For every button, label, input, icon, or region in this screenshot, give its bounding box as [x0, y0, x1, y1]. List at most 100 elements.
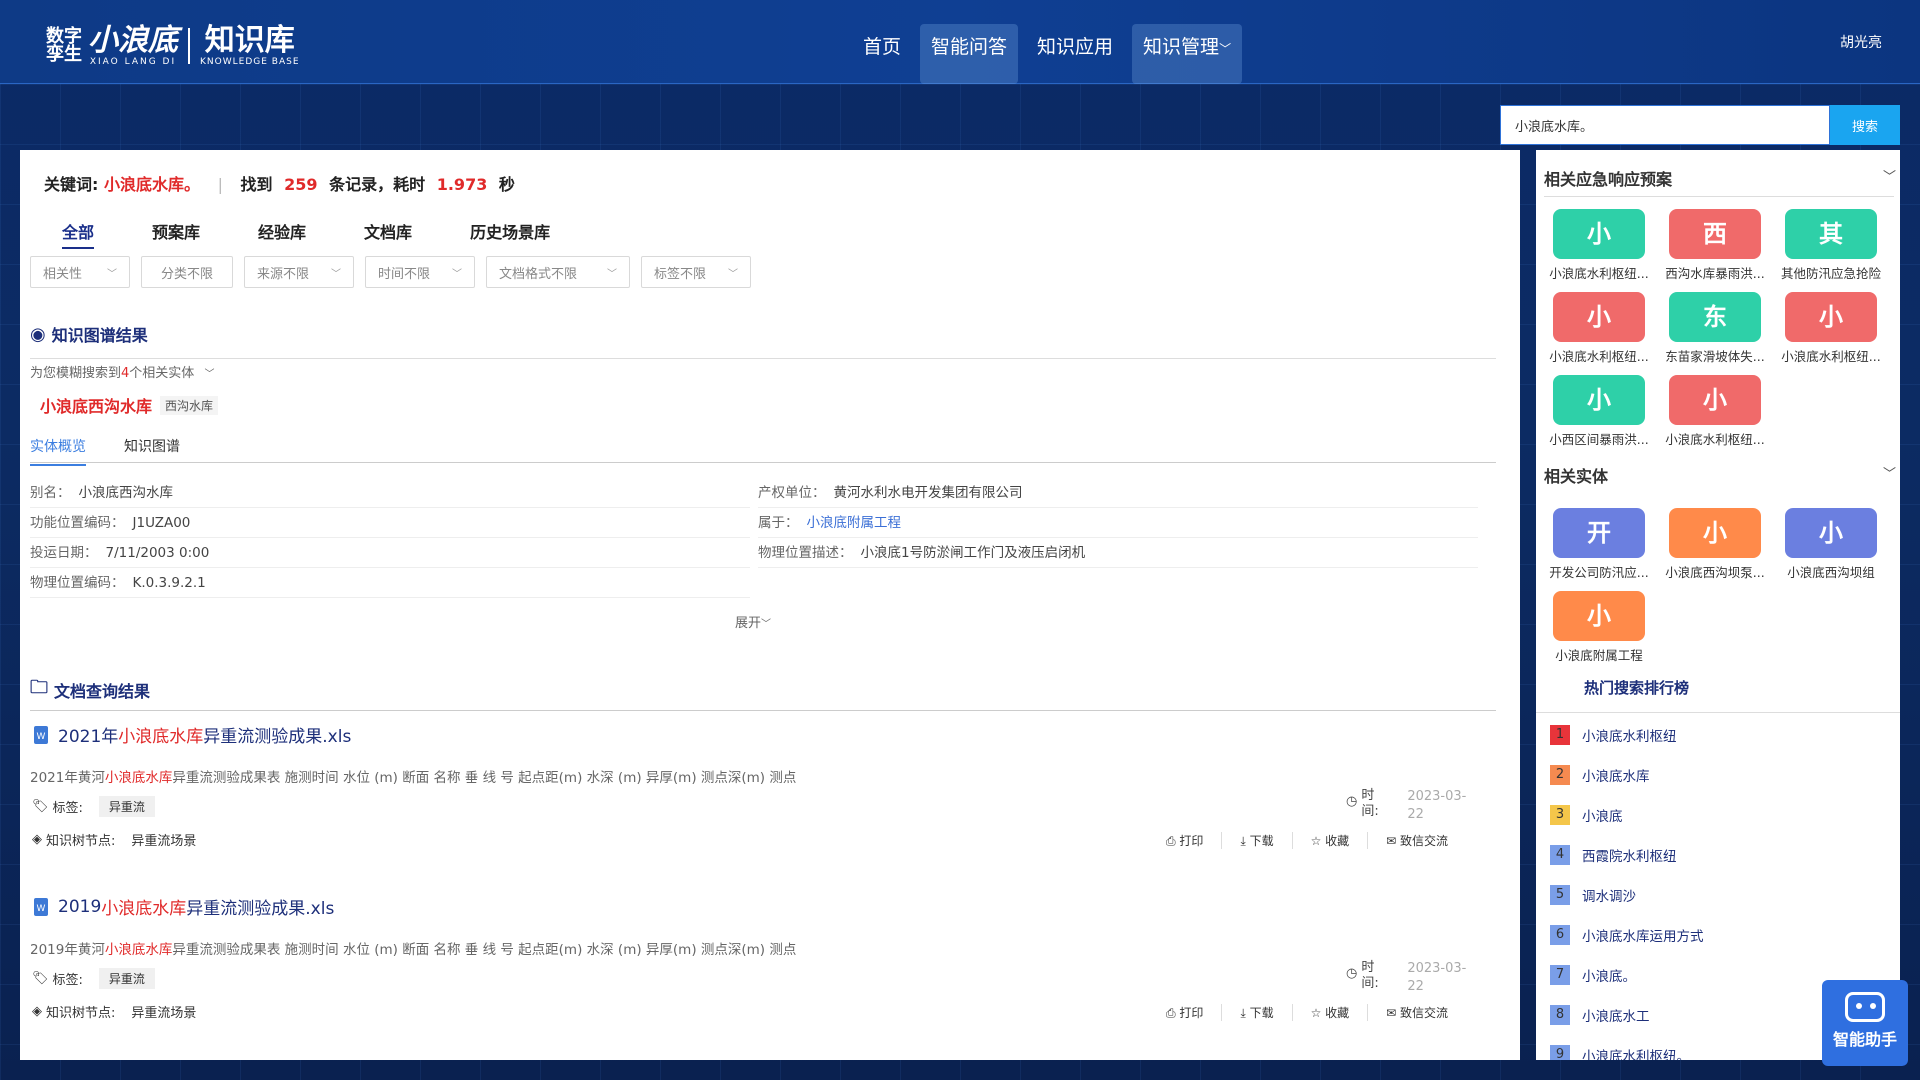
filter-format[interactable]: 文档格式不限 ﹀	[486, 256, 630, 288]
search-input[interactable]	[1500, 105, 1830, 145]
emergency-card[interactable]: 小小西区间暴雨洪...	[1544, 375, 1654, 448]
elapsed-time: 1.973	[436, 175, 488, 194]
doc-result-title[interactable]: W 2021年 小浪底水库 异重流测验成果.xls	[34, 722, 351, 747]
nav-home[interactable]: 首页	[852, 24, 912, 84]
emergency-card[interactable]: 小小浪底水利枢纽...	[1660, 375, 1770, 448]
attr-key: 物理位置描述：	[758, 545, 853, 561]
layers-icon: ◈	[32, 1004, 42, 1019]
category-tabs: 全部 预案库 经验库 文档库 历史场景库	[62, 219, 608, 249]
rank-text: 西霞院水利枢纽	[1582, 849, 1677, 865]
filter-category[interactable]: 分类不限	[141, 256, 233, 288]
fuzzy-hint[interactable]: 为您模糊搜索到4个相关实体 ﹀	[30, 362, 214, 381]
divider	[1536, 712, 1900, 713]
emergency-card[interactable]: 小小浪底水利枢纽...	[1776, 292, 1886, 365]
emergency-card[interactable]: 小小浪底水利枢纽...	[1544, 209, 1654, 282]
rank-text: 小浪底水工	[1582, 1009, 1650, 1025]
rank-number: 2	[1550, 765, 1570, 785]
download-label: 下载	[1249, 834, 1274, 848]
right-sidebar: 相关应急响应预案 ﹀ 小小浪底水利枢纽... 西西沟水库暴雨洪... 其其他防汛应急…	[1536, 150, 1900, 1060]
attr-link[interactable]: 小浪底附属工程	[807, 515, 902, 531]
rank-item[interactable]: 7 小浪底。	[1550, 965, 1636, 985]
kg-section-title: ◉ 知识图谱结果	[30, 322, 148, 346]
entity-tag: 西沟水库	[160, 395, 219, 415]
found-label: 找到	[240, 175, 273, 194]
tab-all[interactable]: 全部	[62, 219, 95, 249]
nav-qa[interactable]: 智能问答	[920, 24, 1019, 84]
filter-tag[interactable]: 标签不限 ﹀	[641, 256, 751, 288]
tag-pill[interactable]: 异重流	[98, 796, 155, 817]
expand-label: 展开	[735, 616, 762, 631]
tab-experience[interactable]: 经验库	[258, 219, 306, 249]
summary-divider: |	[217, 175, 223, 194]
doc-title-text: 文档查询结果	[54, 682, 151, 701]
nav-manage[interactable]: 知识管理﹀	[1132, 24, 1243, 84]
assistant-button[interactable]: 智能助手	[1822, 980, 1908, 1066]
entity-tile: 小	[1785, 508, 1877, 558]
download-button[interactable]: ⤓ 下载	[1222, 1004, 1293, 1021]
chevron-down-icon: ﹀	[1882, 467, 1896, 482]
rank-item[interactable]: 1 小浪底水利枢纽	[1550, 725, 1677, 745]
entity-card[interactable]: 小小浪底西沟坝泵...	[1660, 508, 1770, 581]
download-button[interactable]: ⤓ 下载	[1222, 832, 1293, 849]
entity-name[interactable]: 小浪底西沟水库 西沟水库	[40, 393, 219, 417]
message-label: 致信交流	[1400, 1006, 1449, 1020]
word-file-icon: W	[34, 897, 48, 916]
logo-line2: 孪生	[46, 44, 82, 65]
tab-documents[interactable]: 文档库	[364, 219, 412, 249]
attr-key: 投运日期：	[30, 545, 98, 561]
logo[interactable]: 数字 孪生 小浪底 XIAO LANG DI 知识库 KNOWLEDGE BAS…	[46, 22, 300, 70]
doc-title-hl: 小浪底水库	[101, 899, 187, 919]
emergency-card[interactable]: 东东苗家滑坡体失...	[1660, 292, 1770, 365]
attr-key: 物理位置编码：	[30, 575, 125, 591]
snippet-pre: 2021年黄河	[30, 770, 105, 786]
logo-brand: 小浪底 XIAO LANG DI	[88, 25, 178, 68]
favorite-button[interactable]: ☆ 收藏	[1293, 1004, 1369, 1021]
emergency-card[interactable]: 西西沟水库暴雨洪...	[1660, 209, 1770, 282]
entity-header[interactable]: 相关实体 ﹀	[1544, 463, 1896, 487]
rank-item[interactable]: 6 小浪底水库运用方式	[1550, 925, 1704, 945]
entity-caption: 小浪底西沟坝泵...	[1665, 565, 1765, 580]
emergency-header[interactable]: 相关应急响应预案 ﹀	[1544, 166, 1896, 190]
message-button[interactable]: ✉ 致信交流	[1368, 832, 1466, 849]
attr-func-code: 功能位置编码： J1UZA00	[30, 508, 750, 538]
filter-relevance[interactable]: 相关性 ﹀	[30, 256, 130, 288]
filter-time[interactable]: 时间不限 ﹀	[365, 256, 475, 288]
doc-result-title[interactable]: W 2019 小浪底水库 异重流测验成果.xls	[34, 894, 334, 919]
print-label: 打印	[1179, 1006, 1204, 1020]
emergency-card[interactable]: 其其他防汛应急抢险	[1776, 209, 1886, 282]
filter-source[interactable]: 来源不限 ﹀	[244, 256, 354, 288]
keyword-label: 关键词:	[44, 175, 99, 194]
rank-item[interactable]: 2 小浪底水库	[1550, 765, 1650, 785]
message-button[interactable]: ✉ 致信交流	[1368, 1004, 1466, 1021]
rank-item[interactable]: 5 调水调沙	[1550, 885, 1636, 905]
tag-pill[interactable]: 异重流	[98, 968, 155, 989]
assistant-label: 智能助手	[1832, 1030, 1897, 1049]
print-button[interactable]: ⎙ 打印	[1148, 1004, 1223, 1021]
user-name[interactable]: 胡光亮	[1840, 32, 1882, 52]
entity-card[interactable]: 开开发公司防汛应...	[1544, 508, 1654, 581]
rank-item[interactable]: 9 小浪底水利枢纽。	[1550, 1045, 1690, 1060]
doc-title-post: 异重流测验成果.xls	[203, 727, 352, 747]
expand-button[interactable]: 展开﹀	[735, 612, 771, 631]
tab-history[interactable]: 历史场景库	[470, 219, 550, 249]
emergency-card[interactable]: 小小浪底水利枢纽...	[1544, 292, 1654, 365]
print-button[interactable]: ⎙ 打印	[1148, 832, 1223, 849]
rank-item[interactable]: 3 小浪底	[1550, 805, 1623, 825]
rank-item[interactable]: 4 西霞院水利枢纽	[1550, 845, 1677, 865]
logo-brand-en: XIAO LANG DI	[89, 57, 177, 67]
entity-card[interactable]: 小小浪底西沟坝组	[1776, 508, 1886, 581]
favorite-button[interactable]: ☆ 收藏	[1293, 832, 1369, 849]
rank-item[interactable]: 8 小浪底水工	[1550, 1005, 1650, 1025]
logo-digital-twin: 数字 孪生	[46, 28, 82, 64]
entity-tile: 开	[1553, 508, 1645, 558]
entity-card[interactable]: 小小浪底附属工程	[1544, 591, 1654, 664]
rank-number: 3	[1550, 805, 1570, 825]
entity-tile: 小	[1553, 591, 1645, 641]
doc-snippet: 2019年黄河小浪底水库异重流测验成果表 施测时间 水位 (m) 断面 名称 垂…	[30, 938, 796, 958]
favorite-label: 收藏	[1325, 834, 1350, 848]
snippet-pre: 2019年黄河	[30, 942, 105, 958]
nav-app[interactable]: 知识应用	[1026, 24, 1124, 84]
search-button[interactable]: 搜索	[1830, 105, 1900, 145]
doc-actions: ⎙ 打印 ⤓ 下载 ☆ 收藏 ✉ 致信交流	[1148, 832, 1466, 849]
tab-plans[interactable]: 预案库	[152, 219, 200, 249]
